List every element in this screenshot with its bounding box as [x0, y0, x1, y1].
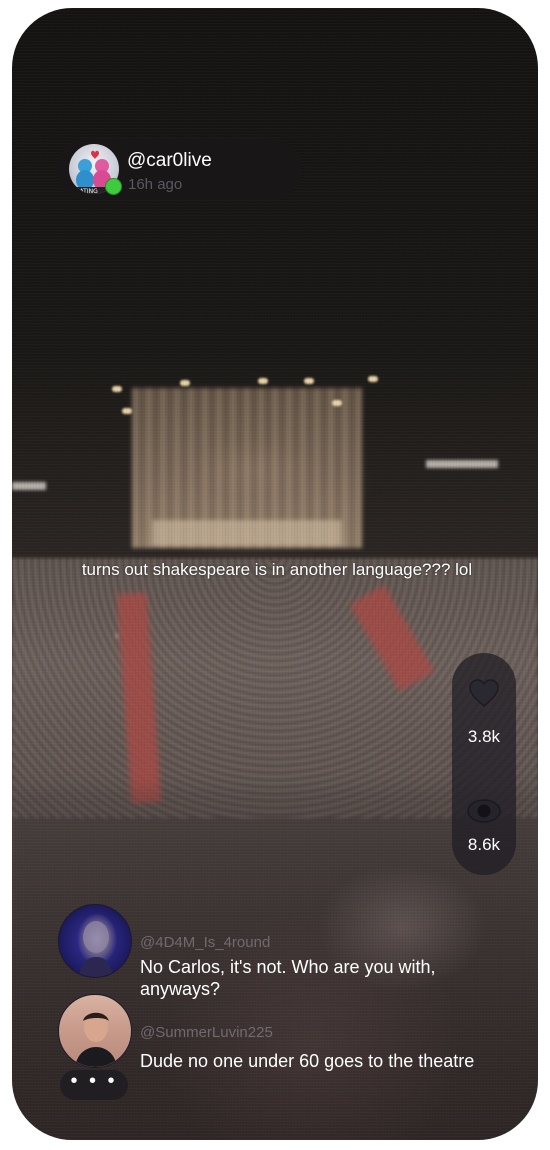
- stage-light: [180, 380, 190, 386]
- engagement-panel: 3.8k 8.6k: [452, 653, 516, 875]
- views-count: 8.6k: [467, 835, 501, 854]
- post-caption: turns out shakespeare is in another lang…: [81, 560, 473, 579]
- commenter-handle[interactable]: @SummerLuvin225: [140, 1024, 273, 1041]
- side-light: [12, 482, 46, 490]
- stage-floor: [152, 520, 342, 546]
- stage-light: [304, 378, 314, 384]
- commenter-avatar[interactable]: [58, 904, 132, 978]
- heart-icon: [469, 679, 499, 707]
- stage-light: [368, 376, 378, 382]
- stage-light: [258, 378, 268, 384]
- profile-photo-icon: [79, 921, 113, 977]
- stage-light: [112, 386, 122, 392]
- post-header[interactable]: DATING @car0live 16h ago: [57, 138, 302, 200]
- author-username[interactable]: @car0live: [127, 150, 212, 172]
- more-comments-button[interactable]: • • •: [60, 1070, 128, 1100]
- commenter-avatar[interactable]: [58, 994, 132, 1068]
- commenter-handle[interactable]: @4D4M_Is_4round: [140, 934, 270, 951]
- eye-icon: [467, 799, 501, 823]
- comment-item[interactable]: @SummerLuvin225 Dude no one under 60 goe…: [58, 994, 518, 1071]
- stage-light: [332, 400, 342, 406]
- side-light: [426, 460, 498, 468]
- likes-count: 3.8k: [467, 727, 501, 746]
- comment-text: Dude no one under 60 goes to the theatre: [140, 1051, 475, 1071]
- profile-photo-icon: [75, 1012, 117, 1067]
- svg-text:DATING: DATING: [75, 188, 98, 194]
- post-screen: DATING @car0live 16h ago turns out shake…: [12, 8, 538, 1140]
- online-status-dot: [105, 178, 122, 195]
- comment-item[interactable]: @4D4M_Is_4round No Carlos, it's not. Who…: [58, 904, 478, 999]
- post-timestamp: 16h ago: [128, 176, 183, 193]
- stage-light: [122, 408, 132, 414]
